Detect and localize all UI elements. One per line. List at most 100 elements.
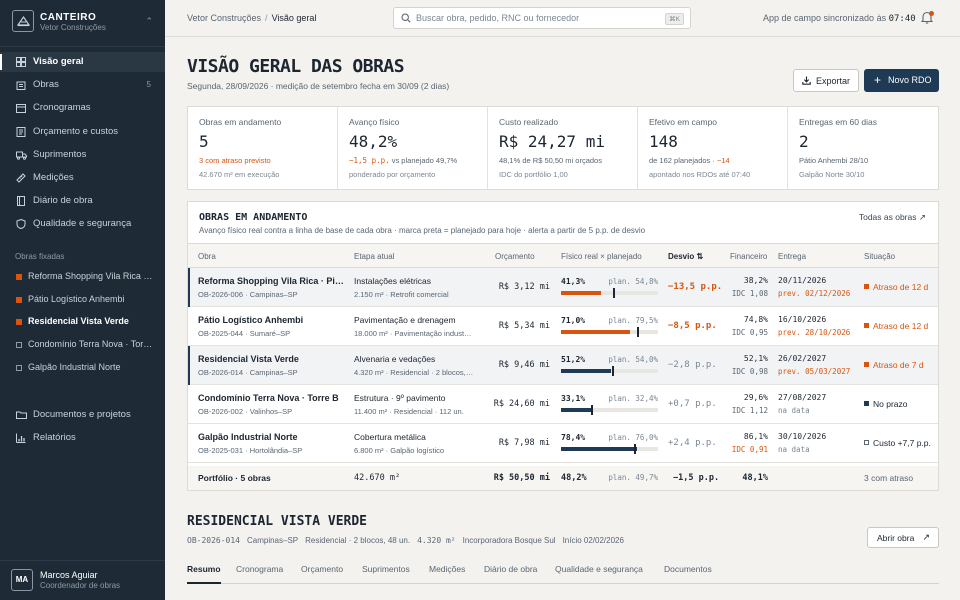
- sidebar-item-di-rio-de-obra[interactable]: Diário de obra: [0, 191, 165, 211]
- deviation-value: −2,8 p.p.: [668, 360, 717, 370]
- kpi-note: Galpão Norte 30/10: [799, 170, 865, 179]
- deviation-value: +2,4 p.p.: [668, 438, 717, 448]
- canteiro-logo-icon: [12, 10, 34, 32]
- kpi-entregas[interactable]: Entregas em 60 dias 2 Pátio Anhembi 28/1…: [788, 107, 938, 189]
- kpi-custo[interactable]: Custo realizado R$ 24,27 mi 48,1% de R$ …: [488, 107, 638, 189]
- footer-financial: 48,1%: [742, 473, 768, 483]
- col-entrega[interactable]: Entrega: [778, 252, 806, 261]
- brand-switcher[interactable]: CANTEIRO Vetor Construções ⌃: [12, 10, 155, 36]
- tab-di-rio-de-obra[interactable]: Diário de obra: [484, 564, 537, 574]
- col-situacao[interactable]: Situação: [864, 252, 895, 261]
- sidebar-item-label: Orçamento e custos: [33, 126, 119, 137]
- sidebar-item-relat-rios[interactable]: Relatórios: [0, 428, 165, 448]
- all-projects-link[interactable]: Todas as obras ↗: [859, 212, 926, 223]
- pinned-section-title: Obras fixadas: [15, 252, 65, 261]
- table-row[interactable]: Residencial Vista Verde OB-2026-014 · Cam…: [188, 346, 938, 385]
- kpi-label: Avanço físico: [349, 117, 400, 127]
- kpi-avanco[interactable]: Avanço físico 48,2% −1,5 p.p. vs planeja…: [338, 107, 488, 189]
- project-code: OB-2026-002 · Valinhos–SP: [198, 407, 293, 416]
- sidebar-item-obras[interactable]: Obras 5: [0, 75, 165, 95]
- table-row[interactable]: Condomínio Terra Nova · Torre B OB-2026-0…: [188, 385, 938, 424]
- table-row[interactable]: Galpão Industrial Norte OB-2025-031 · Hor…: [188, 424, 938, 463]
- project-name[interactable]: Pátio Logístico Anhembi: [198, 315, 346, 325]
- arrow-up-right-icon: ↗: [922, 532, 930, 542]
- status-marker-icon: [864, 401, 869, 406]
- stage-details: 4.320 m² · Residencial · 2 blocos,…: [354, 368, 474, 377]
- project-name[interactable]: Condomínio Terra Nova · Torre B: [198, 393, 346, 403]
- delivery-forecast: na data: [778, 445, 810, 454]
- kpi-label: Efetivo em campo: [649, 117, 718, 127]
- delivery-date: 20/11/2026: [778, 276, 827, 285]
- sidebar-item-documentos-e-projetos[interactable]: Documentos e projetos: [0, 405, 165, 425]
- project-name[interactable]: Galpão Industrial Norte: [198, 432, 346, 442]
- financial-percent: 38,2%: [743, 276, 768, 285]
- search-input[interactable]: Buscar obra, pedido, RNC ou fornecedor ⌘…: [393, 7, 691, 29]
- planned-marker: [633, 444, 636, 454]
- new-rdo-button[interactable]: + Novo RDO: [864, 69, 939, 92]
- pinned-project-label: Condomínio Terra Nova · Torr…: [28, 339, 154, 349]
- sidebar-item-medi-es[interactable]: Medições: [0, 168, 165, 188]
- kpi-detail: de 162 planejados · −14: [649, 156, 730, 165]
- tab-qualidade-e-seguran-a[interactable]: Qualidade e segurança: [555, 564, 643, 574]
- planned-marker: [612, 366, 615, 376]
- pinned-project[interactable]: Condomínio Terra Nova · Torr…: [0, 336, 165, 354]
- sidebar-item-count: 5: [146, 80, 151, 89]
- pinned-project[interactable]: Residencial Vista Verde: [0, 313, 165, 331]
- status-label: No prazo: [873, 399, 908, 409]
- sidebar-item-label: Diário de obra: [33, 195, 93, 206]
- sidebar-item-or-amento-e-custos[interactable]: Orçamento e custos: [0, 122, 165, 142]
- financial-percent: 86,1%: [743, 432, 768, 441]
- sync-time: 07:40: [888, 14, 916, 24]
- col-desvio[interactable]: Desvio ⇅: [668, 252, 703, 261]
- physical-planned: plan. 79,5%: [608, 316, 658, 325]
- sidebar-item-suprimentos[interactable]: Suprimentos: [0, 145, 165, 165]
- cost-index: IDC 0,98: [731, 367, 768, 376]
- open-project-button[interactable]: Abrir obra ↗: [867, 527, 939, 548]
- user-profile[interactable]: MA Marcos Aguiar Coordenador de obras: [0, 560, 165, 600]
- project-name[interactable]: Reforma Shopping Vila Rica · Piso…: [198, 276, 346, 286]
- tab-or-amento[interactable]: Orçamento: [301, 564, 343, 574]
- deviation-value: −8,5 p.p.: [668, 321, 717, 331]
- kpi-value: 5: [199, 132, 209, 151]
- budget-value: R$ 7,98 mi: [498, 438, 550, 448]
- pinned-project[interactable]: Pátio Logístico Anhembi: [0, 291, 165, 309]
- status-marker-icon: [864, 362, 869, 367]
- col-obra[interactable]: Obra: [198, 252, 216, 261]
- col-orcamento[interactable]: Orçamento: [495, 252, 535, 261]
- export-button[interactable]: Exportar: [793, 69, 859, 92]
- tab-cronograma[interactable]: Cronograma: [236, 564, 283, 574]
- breadcrumb-org[interactable]: Vetor Construções: [187, 13, 261, 23]
- kpi-efetivo[interactable]: Efetivo em campo 148 de 162 planejados ·…: [638, 107, 788, 189]
- pinned-project[interactable]: Galpão Industrial Norte: [0, 359, 165, 377]
- sidebar-item-cronogramas[interactable]: Cronogramas: [0, 98, 165, 118]
- kpi-note: ponderado por orçamento: [349, 170, 436, 179]
- detail-start: Início 02/02/2026: [562, 536, 624, 545]
- kpi-label: Obras em andamento: [199, 117, 282, 127]
- physical-real: 71,0%: [561, 316, 586, 325]
- physical-real: 78,4%: [561, 433, 586, 442]
- col-fisico[interactable]: Físico real × planejado: [561, 252, 642, 261]
- table-row[interactable]: Pátio Logístico Anhembi OB-2025-044 · Sum…: [188, 307, 938, 346]
- notebook-icon: [16, 196, 26, 206]
- col-etapa[interactable]: Etapa atual: [354, 252, 394, 261]
- table-row[interactable]: Reforma Shopping Vila Rica · Piso… OB-202…: [188, 268, 938, 307]
- tab-medi-es[interactable]: Medições: [429, 564, 465, 574]
- bell-icon[interactable]: [920, 11, 935, 25]
- pinned-project[interactable]: Reforma Shopping Vila Rica · Piso…: [0, 268, 165, 286]
- kpi-obras[interactable]: Obras em andamento 5 3 com atraso previs…: [188, 107, 338, 189]
- notification-dot: [929, 11, 934, 16]
- table-subtitle: Avanço físico real contra a linha de bas…: [199, 226, 646, 235]
- sidebar-item-qualidade-e-seguran-a[interactable]: Qualidade e segurança: [0, 214, 165, 234]
- tab-suprimentos[interactable]: Suprimentos: [362, 564, 410, 574]
- cost-index: IDC 1,08: [731, 289, 768, 298]
- physical-planned: plan. 32,4%: [608, 394, 658, 403]
- search-placeholder: Buscar obra, pedido, RNC ou fornecedor: [416, 13, 580, 23]
- tab-resumo[interactable]: Resumo: [187, 564, 221, 574]
- project-name[interactable]: Residencial Vista Verde: [198, 354, 346, 364]
- sidebar-item-vis-o-geral[interactable]: Visão geral: [0, 52, 165, 72]
- tab-documentos[interactable]: Documentos: [664, 564, 712, 574]
- physical-real: 41,3%: [561, 277, 586, 286]
- financial-percent: 74,8%: [743, 315, 768, 324]
- col-financeiro[interactable]: Financeiro: [730, 252, 767, 261]
- detail-type: Residencial · 2 blocos, 48 un.: [305, 536, 411, 545]
